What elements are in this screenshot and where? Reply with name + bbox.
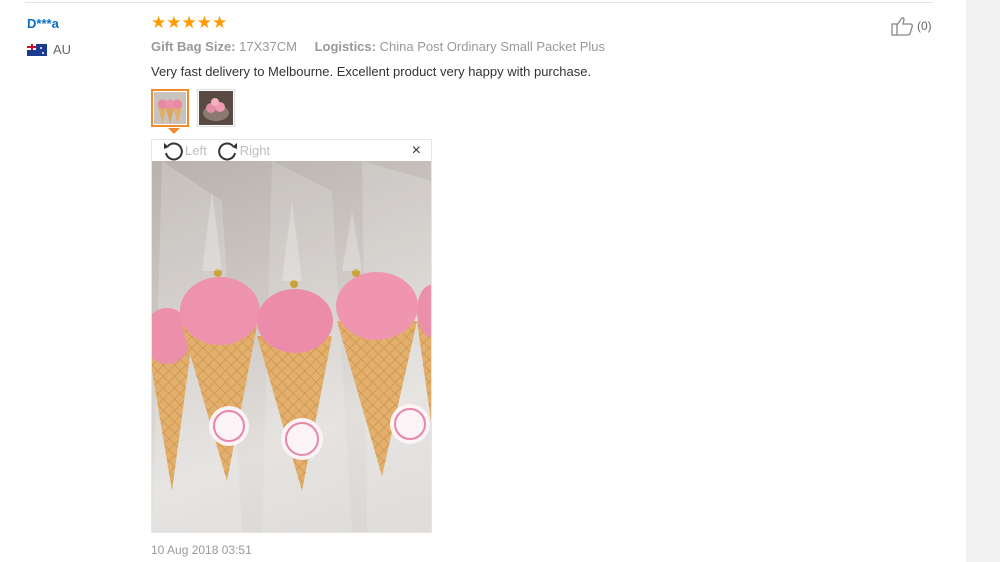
thumbnail-image [199,91,233,125]
star-icon: ★ [196,13,212,32]
reviewer-country: AU [27,42,71,57]
viewer-toolbar: Left Right × [152,140,431,161]
rotate-left-label: Left [185,143,207,158]
thumbnail-image [154,92,186,124]
rotate-right-button[interactable]: Right [217,141,270,161]
star-icon: ★ [166,13,182,32]
star-icon: ★ [151,13,167,32]
rotate-right-label: Right [239,143,271,158]
country-code: AU [53,42,72,57]
divider [25,2,933,3]
review-photo [152,161,431,532]
rotate-right-icon [217,141,237,160]
order-attributes: Gift Bag Size: 17X37CM Logistics: China … [151,39,619,54]
review-date: 10 Aug 2018 03:51 [151,543,252,557]
photo-thumbnail-1[interactable] [151,89,189,134]
thumbs-up-icon [891,17,913,36]
photo-thumbnail-2[interactable] [197,89,235,127]
review-text: Very fast delivery to Melbourne. Excelle… [151,64,592,79]
helpful-button[interactable]: (0) [891,16,932,36]
attribute-value: 17X37CM [239,39,297,54]
attribute-value: China Post Ordinary Small Packet Plus [379,39,606,54]
star-icon: ★ [212,13,228,32]
attribute-label: Logistics: [314,39,376,54]
rotate-left-icon [164,141,183,160]
star-icon: ★ [181,13,197,32]
reviewer-name[interactable]: D***a [27,16,59,31]
star-rating: ★ ★ ★ ★ ★ [151,14,227,31]
photo-image [152,161,431,532]
photo-viewer: Left Right × [151,139,432,533]
photo-thumbnails [151,89,235,134]
attribute-label: Gift Bag Size: [151,39,236,54]
selected-pointer [168,128,180,134]
australia-flag-icon [27,43,47,56]
close-icon[interactable]: × [412,143,421,159]
rotate-left-button[interactable]: Left [162,141,207,161]
helpful-count: (0) [917,19,932,33]
right-scroll-gutter [966,0,1000,562]
